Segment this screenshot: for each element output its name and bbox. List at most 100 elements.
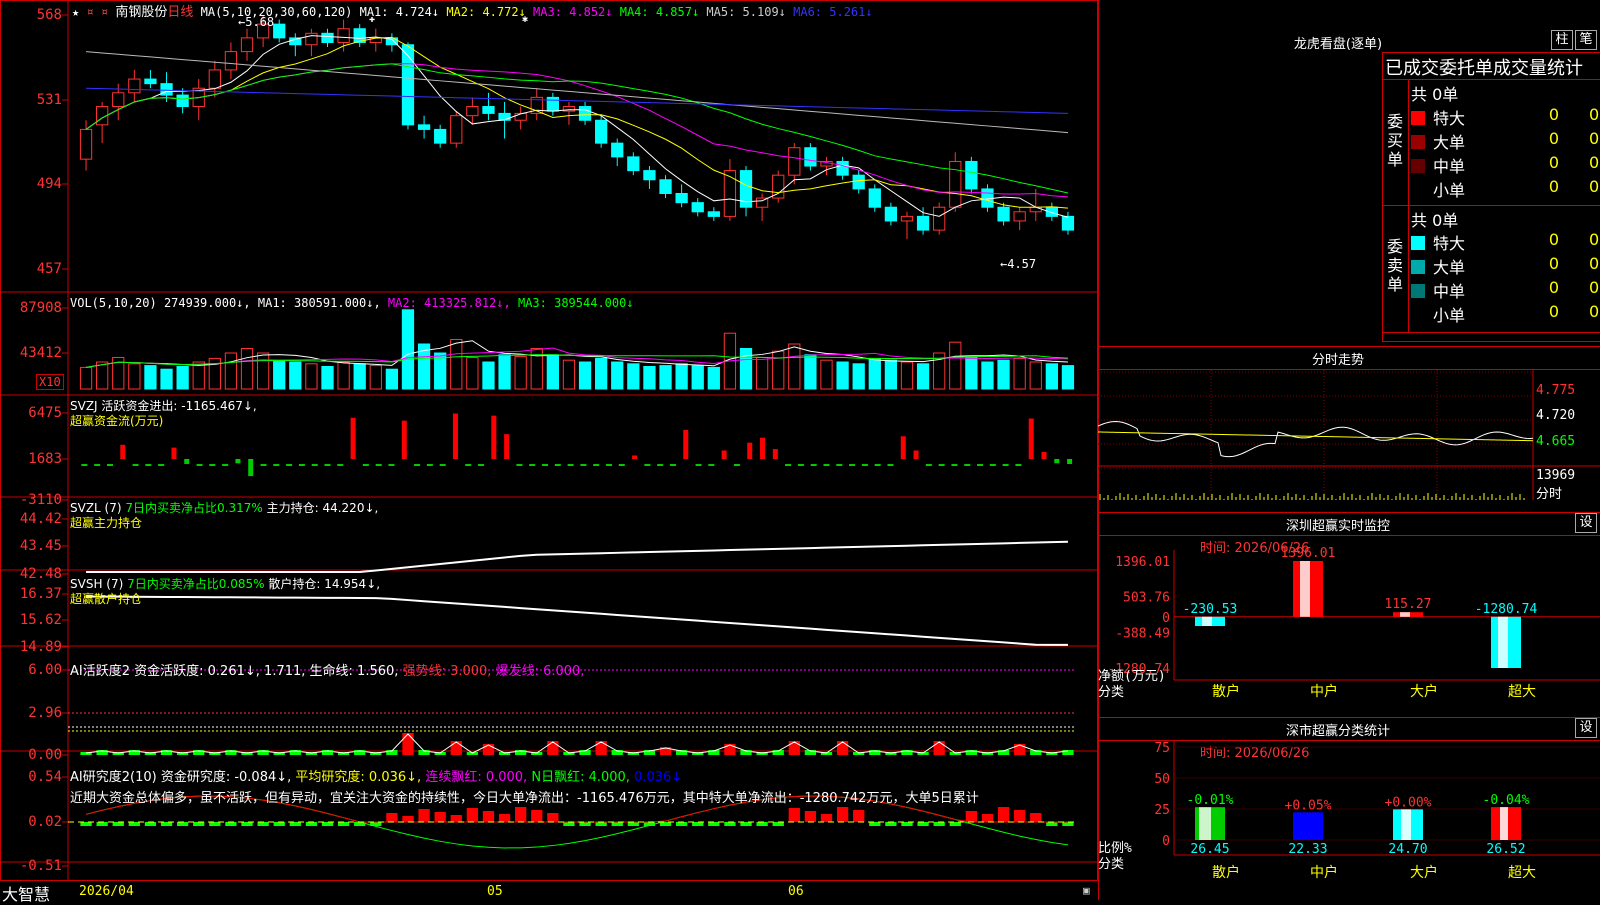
svzj-bar[interactable] bbox=[286, 464, 293, 466]
volume-bar[interactable] bbox=[240, 348, 254, 390]
svzj-bar[interactable] bbox=[810, 464, 817, 466]
svzj-bar[interactable] bbox=[171, 447, 177, 459]
volume-bar[interactable] bbox=[949, 341, 962, 390]
svzj-bar[interactable] bbox=[900, 436, 906, 459]
candle-body[interactable] bbox=[723, 170, 737, 217]
volume-bar[interactable] bbox=[337, 361, 350, 390]
volume-bar[interactable] bbox=[79, 366, 93, 390]
svzj-bar[interactable] bbox=[478, 464, 485, 466]
svzj-bar[interactable] bbox=[106, 464, 113, 466]
svzj-bar[interactable] bbox=[772, 449, 778, 459]
svzj-bar[interactable] bbox=[222, 464, 229, 466]
ai-research-bar[interactable] bbox=[80, 822, 92, 826]
svzj-bar[interactable] bbox=[836, 464, 843, 466]
candle-body[interactable] bbox=[546, 96, 559, 112]
ai-research-bar[interactable] bbox=[1046, 822, 1058, 826]
sz-net-bar[interactable] bbox=[1491, 616, 1521, 668]
candle-body[interactable] bbox=[224, 51, 238, 71]
ai-research-bar[interactable] bbox=[305, 822, 318, 826]
volume-bar[interactable] bbox=[981, 361, 994, 390]
volume-bar[interactable] bbox=[514, 356, 527, 390]
candle-body[interactable] bbox=[788, 147, 801, 176]
svzj-bar[interactable] bbox=[426, 464, 433, 466]
candle-body[interactable] bbox=[772, 174, 785, 199]
lock-icon[interactable]: ▣ bbox=[1083, 884, 1090, 897]
ai-research-bar[interactable] bbox=[692, 822, 704, 826]
volume-bar[interactable] bbox=[353, 363, 366, 390]
svzj-bar[interactable] bbox=[951, 464, 958, 466]
sz-class-bar[interactable] bbox=[1195, 807, 1225, 840]
ai-research-bar[interactable] bbox=[450, 815, 462, 822]
svzj-bar[interactable] bbox=[132, 464, 139, 466]
svzj-bar[interactable] bbox=[452, 413, 458, 459]
volume-bar[interactable] bbox=[466, 357, 479, 390]
svzj-bar[interactable] bbox=[439, 464, 446, 466]
sz-monitor-settings-button[interactable]: 设 bbox=[1575, 513, 1597, 533]
volume-bar[interactable] bbox=[176, 366, 189, 390]
candle-body[interactable] bbox=[79, 128, 93, 160]
candle-body[interactable] bbox=[836, 160, 849, 176]
order-view-button[interactable]: 笔 bbox=[1575, 30, 1597, 50]
svzj-bar[interactable] bbox=[683, 429, 689, 459]
svzj-bar[interactable] bbox=[797, 464, 804, 466]
sz-class-bar-fill[interactable] bbox=[1293, 812, 1323, 840]
candle-body[interactable] bbox=[643, 170, 656, 181]
column-view-button[interactable]: 柱 bbox=[1551, 30, 1573, 50]
volume-bar[interactable] bbox=[273, 359, 286, 390]
ai-research-bar[interactable] bbox=[289, 822, 301, 826]
svzj-bar[interactable] bbox=[785, 464, 792, 466]
candle-body[interactable] bbox=[627, 156, 640, 172]
volume-bar[interactable] bbox=[627, 363, 640, 390]
sz-class-chart[interactable]: 75 50 25 0 比例%分类 -0.01% 26.45 散户 +0.05% 22.33 中户 +0… bbox=[1098, 740, 1600, 900]
svzj-bar[interactable] bbox=[669, 464, 676, 466]
svzj-bar[interactable] bbox=[887, 464, 894, 466]
stock-name[interactable]: 南钢股份 bbox=[115, 5, 167, 20]
svzj-bar[interactable] bbox=[209, 464, 216, 466]
svzj-bar[interactable] bbox=[491, 415, 497, 459]
ai-research-bar[interactable] bbox=[611, 822, 623, 826]
svzj-bar[interactable] bbox=[273, 464, 280, 466]
ai-research-bar[interactable] bbox=[820, 814, 833, 822]
svzj-bar[interactable] bbox=[760, 437, 766, 459]
svzj-bar[interactable] bbox=[861, 464, 868, 466]
candle-body[interactable] bbox=[707, 211, 720, 217]
volume-bar[interactable] bbox=[192, 361, 205, 390]
svzj-bar[interactable] bbox=[733, 464, 740, 466]
volume-bar[interactable] bbox=[916, 363, 930, 390]
intraday-chart[interactable]: 4.775 4.720 4.665 13969 分时 bbox=[1098, 370, 1600, 520]
candle-body[interactable] bbox=[868, 188, 881, 208]
volume-bar[interactable] bbox=[96, 361, 109, 390]
ai-research-bar[interactable] bbox=[1014, 810, 1026, 822]
volume-bar[interactable] bbox=[1045, 363, 1058, 390]
ai-research-bar[interactable] bbox=[933, 822, 945, 826]
svzj-bar[interactable] bbox=[989, 464, 996, 466]
svzj-bar[interactable] bbox=[1028, 418, 1034, 459]
ai-research-bar[interactable] bbox=[997, 807, 1010, 822]
svzj-bar[interactable] bbox=[695, 464, 702, 466]
candle-body[interactable] bbox=[884, 206, 898, 222]
ai-active-bar[interactable] bbox=[724, 744, 736, 755]
svzj-bar[interactable] bbox=[605, 464, 612, 466]
candle-body[interactable] bbox=[321, 32, 334, 43]
svzj-bar[interactable] bbox=[874, 464, 881, 466]
svzj-bar[interactable] bbox=[632, 455, 638, 459]
candle-body[interactable] bbox=[450, 115, 463, 144]
svzj-bar[interactable] bbox=[375, 464, 382, 466]
svzj-bar[interactable] bbox=[260, 464, 267, 466]
ai-research-bar[interactable] bbox=[321, 822, 334, 826]
ai-research-bar[interactable] bbox=[740, 822, 752, 826]
candle-body[interactable] bbox=[1013, 211, 1026, 222]
ai-research-bar[interactable] bbox=[193, 822, 205, 826]
volume-bar[interactable] bbox=[884, 359, 898, 390]
ai-research-bar[interactable] bbox=[885, 822, 897, 826]
volume-bar[interactable] bbox=[1061, 365, 1075, 390]
volume-bar[interactable] bbox=[1029, 361, 1042, 390]
svzj-bar[interactable] bbox=[145, 464, 152, 466]
volume-bar[interactable] bbox=[643, 366, 656, 390]
volume-bar[interactable] bbox=[562, 359, 576, 390]
vol-unit-badge[interactable]: X10 bbox=[36, 374, 64, 390]
volume-bar[interactable] bbox=[401, 309, 415, 390]
ai-research-bar[interactable] bbox=[466, 808, 479, 822]
volume-bar[interactable] bbox=[1013, 357, 1026, 390]
volume-bar[interactable] bbox=[305, 363, 318, 390]
